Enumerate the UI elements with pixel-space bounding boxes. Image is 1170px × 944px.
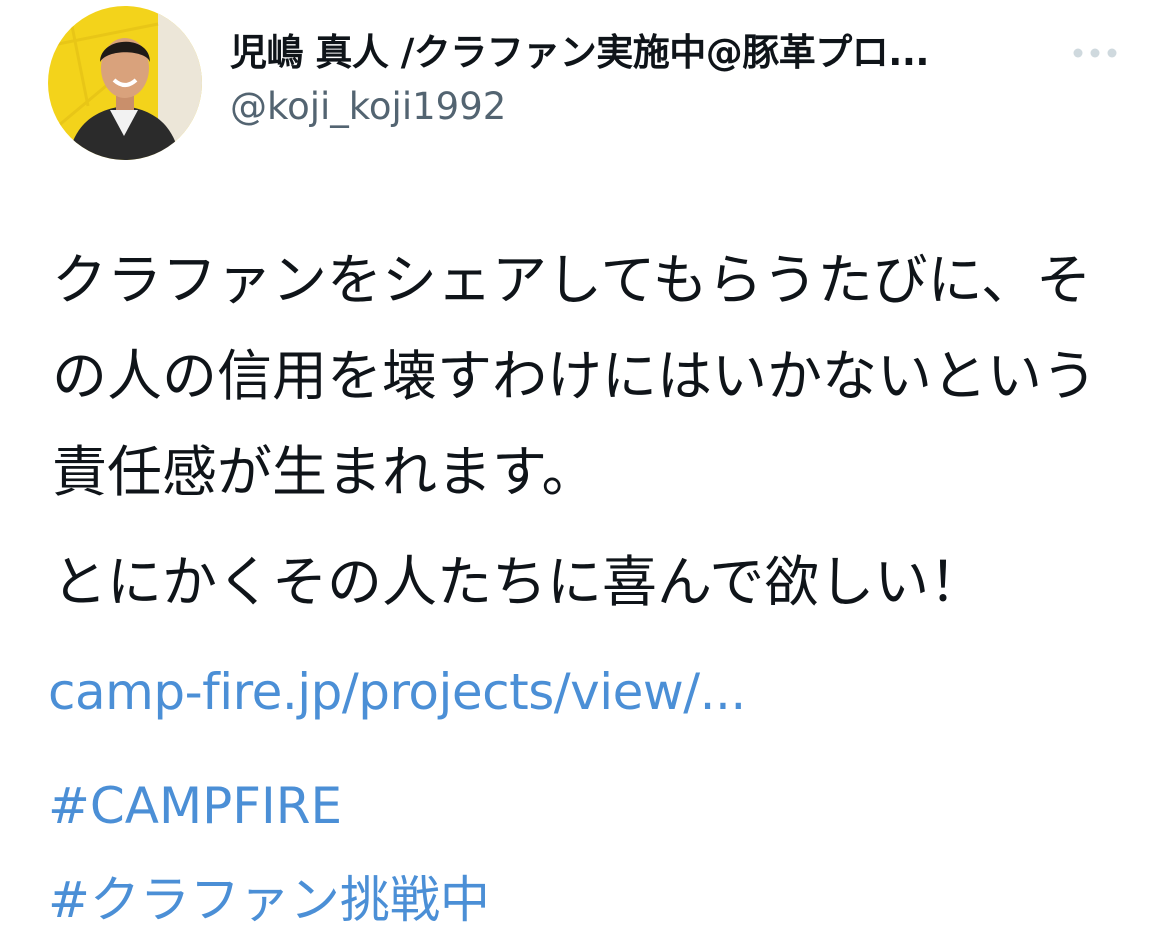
- hashtag-campfire[interactable]: #CAMPFIRE: [48, 774, 342, 838]
- tweet-text: クラファンをシェアしてもらうたびに、その人の信用を壊すわけにはいかないという責任…: [52, 232, 1132, 630]
- author-display-name[interactable]: 児嶋 真人 /クラファン実施中@豚革プロ...: [230, 30, 1050, 76]
- tweet-paragraph: とにかくその人たちに喜んで欲しい！: [52, 550, 985, 614]
- profile-avatar[interactable]: [48, 6, 202, 160]
- hashtag-crowdfunding-challenge[interactable]: #クラファン挑戦中: [48, 868, 490, 932]
- tweet-author: 児嶋 真人 /クラファン実施中@豚革プロ... @koji_koji1992: [230, 30, 1050, 130]
- profile-photo-icon: [48, 6, 202, 160]
- tweet: 児嶋 真人 /クラファン実施中@豚革プロ... @koji_koji1992 ク…: [0, 0, 1170, 944]
- tweet-link[interactable]: camp-fire.jp/projects/view/...: [48, 660, 746, 724]
- more-options-button[interactable]: [1070, 38, 1120, 68]
- author-handle[interactable]: @koji_koji1992: [230, 84, 1050, 130]
- ellipsis-icon: [1073, 48, 1117, 58]
- tweet-paragraph: クラファンをシェアしてもらうたびに、その人の信用を壊すわけにはいかないという責任…: [52, 248, 1098, 504]
